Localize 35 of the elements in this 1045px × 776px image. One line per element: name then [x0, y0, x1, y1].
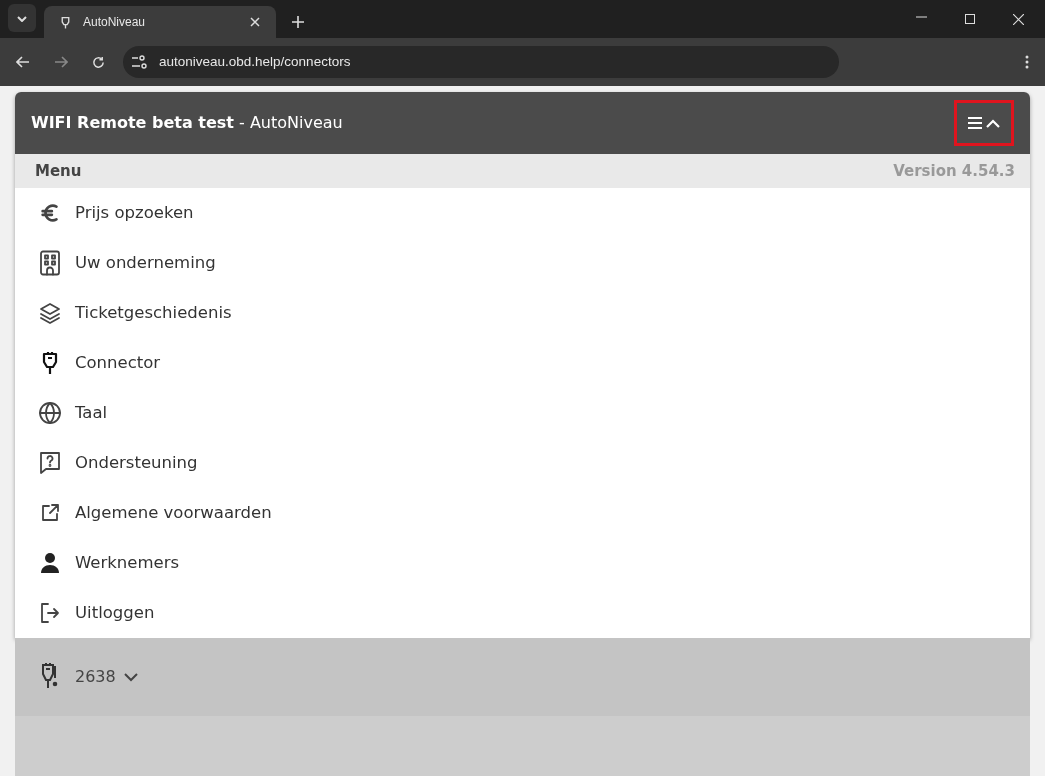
chevron-down-icon [123, 672, 138, 682]
app-title: WIFI Remote beta test - AutoNiveau [31, 112, 344, 134]
maximize-icon[interactable] [965, 14, 975, 24]
new-tab-icon[interactable] [292, 16, 304, 28]
close-icon[interactable] [250, 17, 260, 27]
chevron-down-icon [17, 15, 27, 22]
chevron-icon [986, 118, 1000, 128]
menu-item[interactable]: Ticketgeschiedenis [15, 288, 1030, 338]
menu-item[interactable]: Taal [15, 388, 1030, 438]
menu-label: Menu [35, 160, 82, 182]
menu-item[interactable]: Uw onderneming [15, 238, 1030, 288]
menu-item[interactable]: Connector [15, 338, 1030, 388]
plug-icon [60, 15, 71, 29]
menu-item[interactable]: Algemene voorwaarden [15, 488, 1030, 538]
site-settings-icon[interactable] [131, 55, 147, 69]
close-icon[interactable] [1013, 14, 1024, 25]
layers-icon [37, 301, 63, 325]
more-icon[interactable] [1025, 55, 1029, 69]
connector-dropdown[interactable]: 2638 [75, 665, 138, 689]
building-icon [37, 250, 63, 276]
reload-icon[interactable] [92, 55, 105, 69]
tab-list-button[interactable] [8, 4, 36, 32]
help-bubble-icon [37, 451, 63, 475]
globe-icon [37, 401, 63, 425]
menu-item[interactable]: Prijs opzoeken [15, 188, 1030, 238]
back-icon[interactable] [16, 56, 30, 68]
menu-item[interactable]: Uitloggen [15, 588, 1030, 638]
version-label: Version 4.54.3 [893, 160, 1015, 182]
menu-icon [968, 117, 982, 129]
menu-toggle-button[interactable] [954, 100, 1014, 146]
address-bar[interactable]: autoniveau.obd.help/connectors [123, 46, 839, 78]
forward-icon[interactable] [54, 56, 68, 68]
menu-item[interactable]: Ondersteuning [15, 438, 1030, 488]
menu-item[interactable]: Werknemers [15, 538, 1030, 588]
browser-tab[interactable]: AutoNiveau [44, 6, 276, 38]
